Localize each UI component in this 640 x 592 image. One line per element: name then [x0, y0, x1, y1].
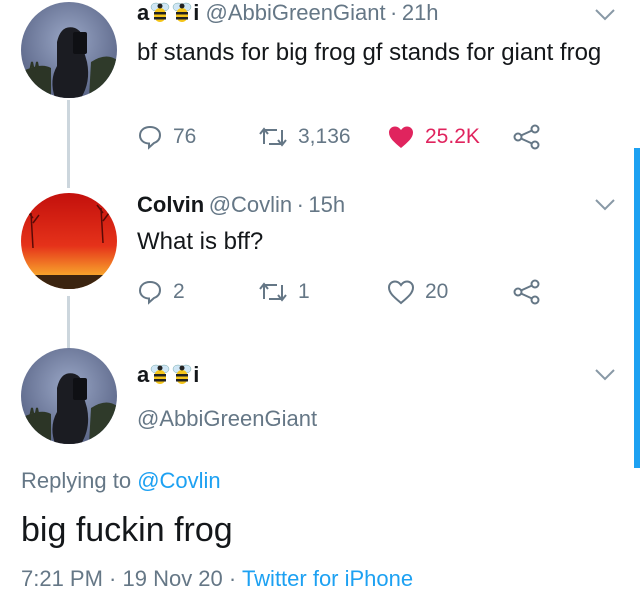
- chevron-down-icon[interactable]: [594, 198, 616, 212]
- display-name[interactable]: ai: [137, 362, 199, 388]
- tweet-client-link[interactable]: Twitter for iPhone: [242, 566, 413, 591]
- retweet-button[interactable]: 3,136: [258, 124, 351, 150]
- tweet-text: bf stands for big frog gf stands for gia…: [137, 39, 602, 66]
- retweet-count: 3,136: [298, 125, 351, 148]
- focused-tweet-text: big fuckin frog: [21, 511, 233, 549]
- avatar[interactable]: [21, 193, 117, 289]
- reply-count: 76: [173, 125, 197, 148]
- separator: ·: [296, 192, 304, 217]
- share-icon: [513, 279, 540, 305]
- retweet-icon: [259, 282, 287, 302]
- share-button[interactable]: [513, 279, 541, 305]
- like-button[interactable]: 25.2K: [387, 124, 480, 150]
- retweet-count: 1: [298, 280, 310, 303]
- like-count: 20: [425, 280, 449, 303]
- like-count: 25.2K: [425, 125, 480, 148]
- avatar[interactable]: [21, 348, 117, 444]
- handle[interactable]: @Covlin: [209, 192, 292, 217]
- like-icon: [387, 280, 415, 305]
- tweet-datetime: 7:21 PM · 19 Nov 20 ·: [21, 566, 242, 591]
- like-button[interactable]: 20: [387, 279, 448, 305]
- reply-icon: [138, 280, 162, 305]
- thread-line: [67, 296, 70, 348]
- separator: ·: [390, 0, 398, 25]
- chevron-down-icon[interactable]: [594, 8, 616, 22]
- replying-to-label: Replying to: [21, 468, 138, 493]
- replying-to-link[interactable]: @Covlin: [137, 468, 220, 493]
- retweet-button[interactable]: 1: [258, 279, 310, 305]
- retweet-icon: [259, 127, 287, 147]
- tweet-meta: 7:21 PM · 19 Nov 20 · Twitter for iPhone: [21, 566, 413, 592]
- scrollbar[interactable]: [634, 148, 640, 468]
- like-icon: [389, 126, 413, 148]
- bee-emoji-icon: [151, 2, 170, 22]
- handle[interactable]: @AbbiGreenGiant: [137, 406, 317, 432]
- share-icon: [513, 124, 540, 150]
- tweet-header: Colvin @Covlin · 15h: [137, 192, 345, 218]
- reply-icon: [138, 125, 162, 150]
- replying-to: Replying to @Covlin: [21, 468, 221, 494]
- display-name[interactable]: Colvin: [137, 192, 204, 217]
- tweet-header: ai @AbbiGreenGiant · 21h: [137, 0, 439, 26]
- share-button[interactable]: [513, 124, 541, 150]
- bee-emoji-icon: [151, 364, 170, 384]
- bee-emoji-icon: [173, 364, 192, 384]
- reply-button[interactable]: 76: [137, 124, 196, 150]
- reply-button[interactable]: 2: [137, 279, 185, 305]
- display-name[interactable]: ai: [137, 0, 206, 25]
- thread-line: [67, 100, 70, 188]
- timestamp[interactable]: 21h: [402, 0, 439, 25]
- reply-count: 2: [173, 280, 185, 303]
- avatar[interactable]: [21, 2, 117, 98]
- chevron-down-icon[interactable]: [594, 368, 616, 382]
- timestamp[interactable]: 15h: [308, 192, 345, 217]
- handle[interactable]: @AbbiGreenGiant: [206, 0, 386, 25]
- bee-emoji-icon: [173, 2, 192, 22]
- tweet-text: What is bff?: [137, 228, 264, 255]
